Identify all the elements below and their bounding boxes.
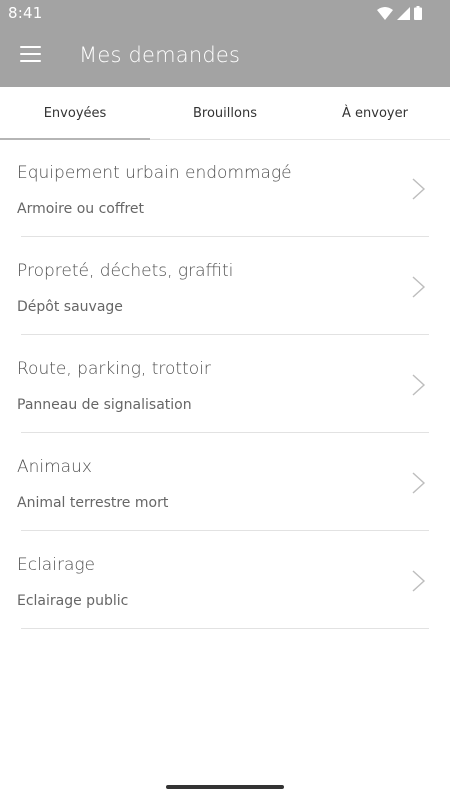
tab-label: Brouillons [193,106,257,121]
request-category: Eclairage [17,555,96,575]
chevron-right-icon [412,374,426,396]
tab-a-envoyer[interactable]: À envoyer [300,87,450,139]
home-indicator[interactable] [166,785,284,789]
chevron-right-icon [412,472,426,494]
tab-label: Envoyées [43,106,107,121]
request-list: Equipement urbain endommagé Armoire ou c… [0,139,450,629]
battery-icon [414,6,422,20]
page-title: Mes demandes [79,43,241,67]
status-bar: 8:41 [0,0,450,26]
list-item[interactable]: Propreté, déchets, graffiti Dépôt sauvag… [0,237,450,335]
request-subcategory: Armoire ou coffret [17,201,145,217]
list-item[interactable]: Equipement urbain endommagé Armoire ou c… [0,139,450,237]
cell-signal-icon [397,6,410,20]
status-time: 8:41 [8,4,43,22]
list-item[interactable]: Animaux Animal terrestre mort [0,433,450,531]
chevron-right-icon [412,276,426,298]
request-subcategory: Dépôt sauvage [17,299,123,315]
divider [21,628,429,629]
chevron-right-icon [412,570,426,592]
list-item[interactable]: Eclairage Eclairage public [0,531,450,629]
request-category: Equipement urbain endommagé [17,163,292,183]
request-subcategory: Panneau de signalisation [17,397,192,413]
tab-envoyees[interactable]: Envoyées [0,87,150,140]
tab-label: À envoyer [342,106,408,121]
request-category: Animaux [17,457,92,477]
list-item[interactable]: Route, parking, trottoir Panneau de sign… [0,335,450,433]
tab-bar: Envoyées Brouillons À envoyer [0,87,450,140]
request-subcategory: Animal terrestre mort [17,495,169,511]
tab-brouillons[interactable]: Brouillons [150,87,300,139]
status-icons [377,6,422,20]
wifi-icon [377,6,393,20]
request-subcategory: Eclairage public [17,593,129,609]
request-category: Propreté, déchets, graffiti [17,261,234,281]
chevron-right-icon [412,178,426,200]
menu-icon[interactable] [20,46,42,64]
app-bar: Mes demandes [0,26,450,87]
request-category: Route, parking, trottoir [17,359,211,379]
